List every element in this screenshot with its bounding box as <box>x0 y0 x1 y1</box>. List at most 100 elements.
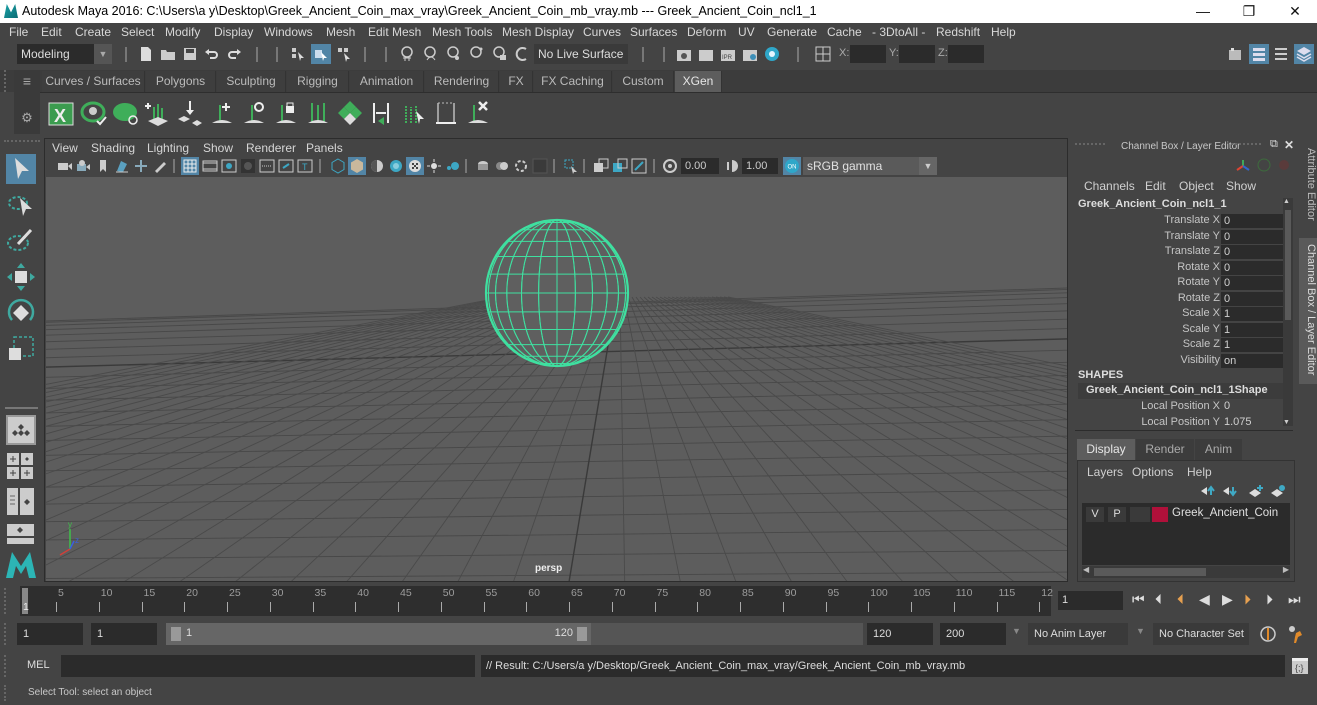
script-language-toggle[interactable]: MEL <box>27 659 50 671</box>
snap-view-plane-icon[interactable] <box>492 46 508 62</box>
view-transform-dropdown[interactable]: sRGB gamma ▼ <box>803 157 937 175</box>
drag-handle[interactable] <box>1231 143 1261 147</box>
shelf-tab-rigging[interactable]: Rigging <box>287 71 349 92</box>
xgen-preview-icon[interactable] <box>80 99 108 127</box>
save-scene-icon[interactable] <box>182 46 198 62</box>
tool-settings-icon[interactable] <box>1273 46 1289 62</box>
3d-scene-view[interactable]: yz persp <box>46 177 1067 581</box>
layer-row[interactable]: V P Greek_Ancient_Coin <box>1084 506 1288 524</box>
viewport-menu-view[interactable]: View <box>52 141 78 155</box>
xgen-add-guide-icon[interactable] <box>208 99 236 127</box>
mel-command-input[interactable] <box>61 655 475 677</box>
close-panel-icon[interactable]: ✕ <box>1284 138 1294 152</box>
menu-windows[interactable]: Windows <box>264 25 313 39</box>
drag-handle[interactable] <box>4 655 10 677</box>
menu-mesh-tools[interactable]: Mesh Tools <box>432 25 492 39</box>
shelf-tab-animation[interactable]: Animation <box>350 71 424 92</box>
move-layer-down-icon[interactable] <box>1222 485 1238 497</box>
viewport-menu-panels[interactable]: Panels <box>306 141 343 155</box>
anti-aliasing-icon[interactable] <box>494 158 510 174</box>
animation-preferences-icon[interactable] <box>1287 625 1305 643</box>
channel-label[interactable]: Translate Y <box>1164 230 1220 242</box>
menu-modify[interactable]: Modify <box>165 25 200 39</box>
channel-value-field[interactable]: 0 <box>1221 214 1283 228</box>
scrollbar-thumb[interactable] <box>1094 568 1206 576</box>
image-plane-icon[interactable] <box>114 158 130 174</box>
ipr-render-icon[interactable]: IPR <box>720 46 736 62</box>
xgen-delete-guide-icon[interactable] <box>464 99 492 127</box>
menu-mesh-display[interactable]: Mesh Display <box>502 25 574 39</box>
x-input[interactable] <box>850 45 886 63</box>
isolate-select-icon[interactable] <box>532 158 548 174</box>
drag-handle[interactable] <box>4 140 40 144</box>
z-input[interactable] <box>948 45 984 63</box>
shelf-settings-gear-icon[interactable]: ⚙ <box>14 92 40 134</box>
move-tool[interactable] <box>6 262 36 292</box>
layer-name[interactable]: Greek_Ancient_Coin <box>1172 507 1278 519</box>
shelf-tab-rendering[interactable]: Rendering <box>425 71 499 92</box>
step-back-key-icon[interactable]: ⏴ <box>1177 591 1184 608</box>
range-end-handle[interactable] <box>577 627 587 641</box>
channel-scrollbar[interactable]: ▲ ▼ <box>1283 198 1293 426</box>
default-material-icon[interactable] <box>369 158 385 174</box>
motion-blur-icon[interactable] <box>475 158 491 174</box>
render-frame-icon[interactable] <box>698 46 714 62</box>
menu-set-dropdown[interactable]: Modeling ▼ <box>17 44 112 64</box>
scroll-down-icon[interactable]: ▼ <box>1283 419 1290 426</box>
range-slider-bar[interactable]: 1 120 <box>166 623 591 645</box>
menu-select[interactable]: Select <box>121 25 154 39</box>
scale-tool[interactable] <box>6 334 36 364</box>
xgen-move-guides-icon[interactable] <box>176 99 204 127</box>
xray-joints-icon[interactable] <box>631 158 647 174</box>
new-layer-icon[interactable] <box>1248 485 1264 497</box>
menu-surfaces[interactable]: Surfaces <box>630 25 677 39</box>
minimize-button[interactable]: — <box>1180 2 1226 22</box>
channel-value-field[interactable]: 1 <box>1221 338 1283 352</box>
xgen-guide-visibility-icon[interactable] <box>432 99 460 127</box>
new-scene-icon[interactable] <box>138 46 154 62</box>
new-layer-selected-icon[interactable] <box>1270 485 1286 497</box>
channel-value-field[interactable]: on <box>1221 353 1283 368</box>
shelf-menu-icon[interactable]: ≡ <box>14 70 40 92</box>
channel-box-layer-editor-tab[interactable]: Channel Box / Layer Editor <box>1299 238 1317 384</box>
animation-start-input[interactable]: 1 <box>17 623 83 645</box>
go-to-end-icon[interactable]: ⏭ <box>1288 591 1301 608</box>
coin-wireframe[interactable] <box>484 218 630 368</box>
xgen-clear-preview-icon[interactable] <box>112 99 140 127</box>
channel-label[interactable]: Scale X <box>1182 307 1220 319</box>
menu-create[interactable]: Create <box>75 25 111 39</box>
shelf-tab-fx[interactable]: FX <box>500 71 533 92</box>
shelf-tab-polygons[interactable]: Polygons <box>146 71 216 92</box>
anim-layer-dropdown[interactable]: No Anim Layer <box>1028 623 1128 645</box>
wireframe-icon[interactable] <box>330 158 346 174</box>
channel-label[interactable]: Scale Z <box>1183 338 1220 350</box>
shape-channel-label[interactable]: Local Position Y <box>1141 416 1220 428</box>
menu-edit[interactable]: Edit <box>41 25 62 39</box>
shelf-tab-fx-caching[interactable]: FX Caching <box>534 71 612 92</box>
snap-grid-icon[interactable] <box>400 46 416 62</box>
textured-icon[interactable] <box>388 158 404 174</box>
anim-layer-chevron-icon[interactable]: ▼ <box>1012 626 1021 636</box>
scroll-right-icon[interactable]: ▶ <box>1283 565 1289 574</box>
channel-label[interactable]: Rotate Z <box>1178 292 1220 304</box>
layer-tab-render[interactable]: Render <box>1136 439 1194 460</box>
live-surface-field[interactable]: No Live Surface <box>534 44 628 64</box>
select-component-icon[interactable] <box>336 46 352 62</box>
menu-edit-mesh[interactable]: Edit Mesh <box>368 25 421 39</box>
gamma-input[interactable]: 1.00 <box>742 158 778 174</box>
render-view-icon[interactable] <box>676 46 692 62</box>
playback-end-input[interactable]: 120 <box>867 623 933 645</box>
shape-channel-value[interactable]: 1.075 <box>1224 416 1252 428</box>
persp-graph-layout[interactable] <box>7 524 34 544</box>
go-to-start-icon[interactable]: ⏮ <box>1132 591 1145 608</box>
character-set-dropdown[interactable]: No Character Set <box>1153 623 1249 645</box>
xgen-editor-icon[interactable]: X <box>47 99 75 127</box>
channel-value-field[interactable]: 0 <box>1221 245 1283 259</box>
make-live-icon[interactable] <box>514 46 530 62</box>
auto-key-icon[interactable] <box>1259 625 1277 643</box>
bookmark-icon[interactable] <box>95 158 111 174</box>
character-set-chevron-icon[interactable]: ▼ <box>1136 626 1145 636</box>
drag-handle[interactable] <box>4 623 10 645</box>
snap-curve-icon[interactable] <box>423 46 439 62</box>
2d-pan-zoom-icon[interactable] <box>133 158 149 174</box>
